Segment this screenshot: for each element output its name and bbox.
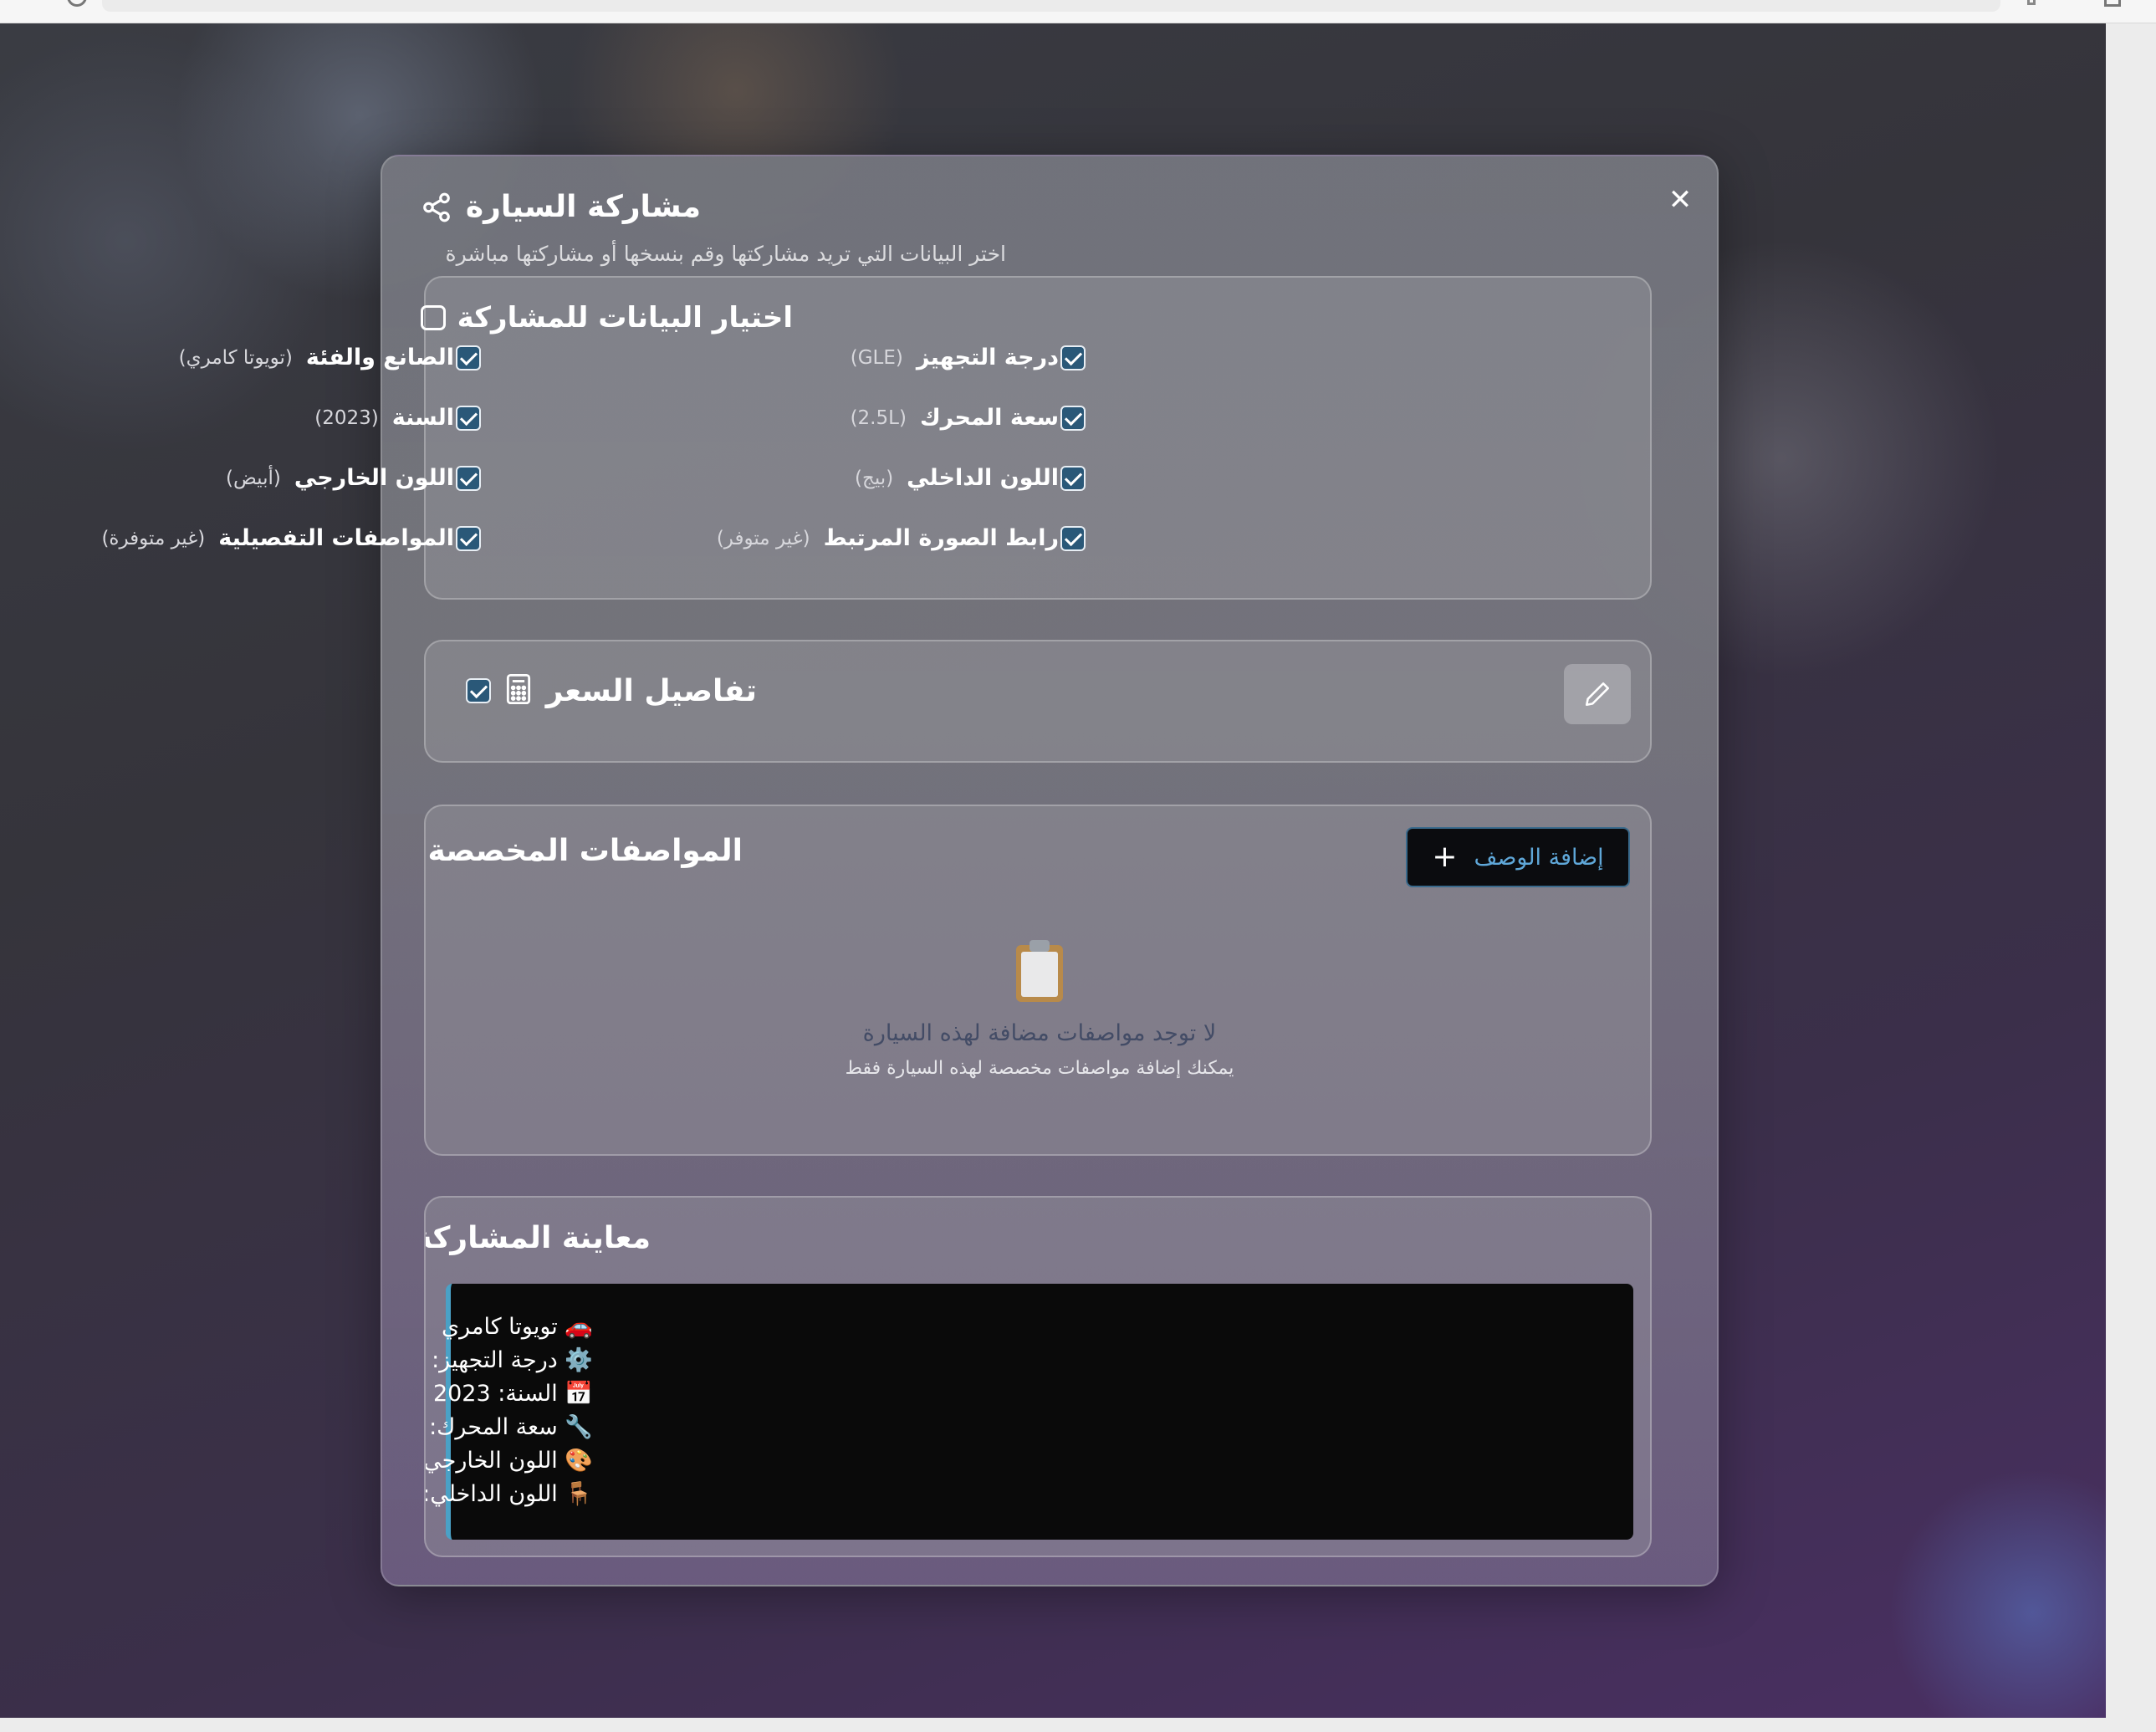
dialog-subtitle: اختر البيانات التي تريد مشاركتها وقم بنس… (445, 242, 1006, 266)
option-hint: (تويوتا كامري) (178, 346, 293, 369)
option-label: سعة المحرك (919, 405, 1059, 431)
option-image-link[interactable]: رابط الصورة المرتبط (غير متوفر) (717, 525, 1086, 551)
option-hint: (2.5L) (850, 406, 907, 429)
checkbox[interactable] (456, 405, 481, 431)
share-preview-card: معاينة المشاركة 🚗 تويوتا كامري ⚙️ درجة ا… (424, 1196, 1652, 1557)
share-icon (423, 192, 450, 222)
empty-message: لا توجد مواصفات مضافة لهذه السيارة (862, 1020, 1217, 1046)
preview-title: معاينة المشاركة (424, 1221, 651, 1255)
empty-state: لا توجد مواصفات مضافة لهذه السيارة يمكنك… (426, 940, 1653, 1079)
custom-specs-title: المواصفات المخصصة (427, 834, 743, 868)
preview-line: 📅 السنة: 2023 (432, 1381, 593, 1407)
option-hint: (GLE) (850, 346, 903, 369)
option-hint: (أبيض) (226, 467, 281, 489)
extension-icon[interactable] (2027, 0, 2036, 5)
share-car-dialog: ✕ مشاركة السيارة اختر البيانات التي تريد… (101, 155, 1719, 1586)
option-engine[interactable]: سعة المحرك (2.5L) (851, 405, 1086, 431)
add-description-button[interactable]: إضافة الوصف + (1406, 827, 1630, 887)
preview-lines: 🚗 تويوتا كامري ⚙️ درجة التجهيز: GLE 📅 ال… (424, 1310, 593, 1511)
selection-title: اختيار البيانات للمشاركة (457, 301, 793, 335)
option-year[interactable]: السنة (2023) (314, 405, 481, 431)
pencil-icon (1585, 682, 1610, 707)
bottom-strip (0, 1718, 2156, 1732)
option-trim[interactable]: درجة التجهيز (GLE) (851, 345, 1086, 370)
calculator-icon (504, 673, 533, 708)
option-interior-color[interactable]: اللون الداخلي (بيج) (855, 465, 1086, 491)
empty-hint: يمكنك إضافة مواصفات مخصصة لهذه السيارة ف… (845, 1058, 1234, 1079)
browser-toolbar (0, 0, 2156, 23)
price-details-card: تفاصيل السعر (424, 640, 1652, 763)
checkbox[interactable] (456, 465, 481, 491)
option-make-model[interactable]: الصانع والفئة (تويوتا كامري) (179, 345, 481, 370)
checkbox[interactable] (456, 345, 481, 370)
custom-specs-card: المواصفات المخصصة إضافة الوصف + لا توجد … (424, 805, 1652, 1156)
option-label: الصانع والفئة (305, 345, 454, 370)
preview-line: 🚗 تويوتا كامري (441, 1314, 593, 1340)
dialog-header: مشاركة السيارة (421, 190, 701, 224)
preview-line: 🎨 اللون الخارجي: أبيض (424, 1448, 593, 1474)
selection-header: اختيار البيانات للمشاركة (420, 301, 793, 335)
clipboard-icon (1014, 940, 1065, 1002)
price-header: تفاصيل السعر (465, 673, 757, 708)
option-label: اللون الخارجي (294, 465, 454, 491)
preview-text-box[interactable]: 🚗 تويوتا كامري ⚙️ درجة التجهيز: GLE 📅 ال… (426, 1284, 1633, 1540)
plus-icon: + (1432, 840, 1458, 874)
scrollbar-track[interactable] (2106, 23, 2156, 1718)
option-hint: (2023) (314, 406, 379, 429)
option-exterior-color[interactable]: اللون الخارجي (أبيض) (226, 465, 481, 491)
data-selection-card: اختيار البيانات للمشاركة الصانع والفئة (… (101, 276, 1652, 600)
price-title: تفاصيل السعر (545, 673, 757, 708)
select-all-checkbox[interactable] (420, 305, 446, 330)
checkbox[interactable] (1060, 525, 1086, 551)
checkbox[interactable] (1060, 405, 1086, 431)
option-hint: (غير متوفر) (716, 527, 810, 549)
window-icon[interactable] (2104, 0, 2121, 7)
checkbox[interactable] (1060, 345, 1086, 370)
option-hint: (بيج) (855, 467, 894, 489)
dialog-title: مشاركة السيارة (465, 190, 701, 224)
edit-price-button[interactable] (1564, 664, 1631, 724)
preview-line: ⚙️ درجة التجهيز: GLE (426, 1347, 593, 1373)
address-bar[interactable] (102, 0, 2000, 12)
option-label: درجة التجهيز (916, 345, 1059, 370)
checkbox[interactable] (456, 525, 481, 551)
option-label: السنة (391, 405, 454, 431)
option-label: رابط الصورة المرتبط (823, 525, 1059, 551)
close-button[interactable]: ✕ (1662, 181, 1699, 218)
checkbox[interactable] (1060, 465, 1086, 491)
option-hint: (غير متوفرة) (101, 527, 206, 549)
price-checkbox[interactable] (465, 678, 491, 703)
preview-line: 🔧 سعة المحرك: 2.5L (426, 1414, 593, 1440)
preview-line: 🪑 اللون الداخلي: بيج (424, 1481, 593, 1507)
reload-icon[interactable] (67, 0, 87, 7)
add-button-label: إضافة الوصف (1474, 844, 1604, 871)
option-label: اللون الداخلي (907, 465, 1059, 491)
option-detailed-specs[interactable]: المواصفات التفصيلية (غير متوفرة) (101, 525, 481, 551)
option-label: المواصفات التفصيلية (218, 525, 454, 551)
